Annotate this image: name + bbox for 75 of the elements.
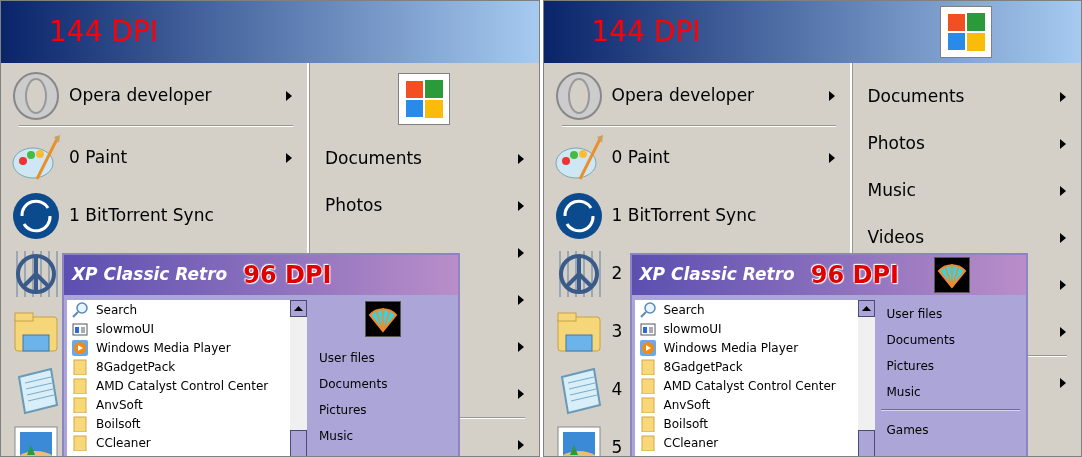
start-logo-button[interactable] — [397, 73, 450, 125]
annotation-text: 144 DPI — [49, 14, 159, 50]
scroll-up-button[interactable] — [290, 300, 307, 317]
program-item[interactable]: Boilsoft — [634, 414, 858, 433]
menu-item[interactable]: Pictures — [874, 353, 1026, 379]
opera-icon — [11, 71, 61, 121]
menu-item[interactable]: Documents — [874, 327, 1026, 353]
program-item[interactable]: AMD Catalyst Control Center — [67, 376, 290, 395]
folder-icon — [72, 415, 88, 432]
program-item[interactable]: AMD Catalyst Control Center — [634, 376, 858, 395]
program-name[interactable]: 4 — [611, 377, 623, 403]
menu-item[interactable]: Pictures — [307, 397, 458, 423]
scrollbar[interactable] — [290, 300, 307, 456]
menu-item[interactable]: Documents — [307, 371, 458, 397]
folder-icon — [639, 434, 656, 451]
program-item[interactable]: Search — [67, 300, 290, 319]
program-name[interactable]: Opera developer — [69, 83, 212, 109]
start-logo-button[interactable] — [940, 6, 993, 58]
menu-item[interactable]: Videos — [851, 214, 1081, 261]
sync-icon — [553, 191, 604, 241]
folder-icon — [639, 415, 656, 432]
shell-logo-button[interactable] — [933, 257, 970, 293]
menu-title: XP Classic Retro — [72, 263, 228, 287]
opera-icon — [553, 71, 604, 121]
program-item[interactable]: CCleaner — [67, 433, 290, 452]
play-icon — [639, 339, 656, 356]
program-item[interactable]: AnvSoft — [634, 395, 858, 414]
program-name[interactable]: 0 Paint — [611, 145, 670, 171]
program-name[interactable]: 1 BitTorrent Sync — [69, 203, 214, 229]
program-item[interactable]: 8GadgetPack — [634, 357, 858, 376]
sync-icon — [11, 191, 61, 241]
folder-icon — [72, 358, 88, 375]
annotation-text: 96 DPI — [810, 260, 900, 291]
play-icon — [72, 339, 88, 356]
menu-item[interactable]: Photos — [309, 182, 539, 229]
folder-icon — [72, 434, 88, 451]
program-item[interactable]: slowmoUI — [634, 319, 858, 338]
program-item[interactable]: AnvSoft — [67, 395, 290, 414]
program-name[interactable]: 1 BitTorrent Sync — [611, 203, 757, 229]
folder-icon — [72, 377, 88, 394]
program-name[interactable]: 0 Paint — [69, 145, 128, 171]
search-icon — [639, 301, 656, 318]
menu-item[interactable]: User files — [874, 301, 1026, 327]
folder-icon — [639, 396, 656, 413]
program-item[interactable]: Search — [634, 300, 858, 319]
up-arrow-icon — [861, 306, 871, 311]
menu-item[interactable]: Games — [874, 417, 1026, 443]
menu-item[interactable]: Documents — [309, 135, 539, 182]
program-name[interactable]: 3 — [611, 319, 623, 345]
program-name[interactable]: 2 — [611, 261, 623, 287]
menu-title: XP Classic Retro — [639, 263, 795, 287]
annotation-text: 96 DPI — [243, 260, 333, 291]
search-icon — [72, 301, 88, 318]
menu-item[interactable]: Photos — [851, 120, 1081, 167]
program-item[interactable]: slowmoUI — [67, 319, 290, 338]
program-name[interactable]: Opera developer — [611, 83, 755, 109]
menu-item[interactable]: Documents — [851, 73, 1081, 120]
folder-icon — [639, 377, 656, 394]
program-item[interactable]: 8GadgetPack — [67, 357, 290, 376]
menu-item[interactable]: Music — [874, 379, 1026, 405]
shell-logo-button[interactable] — [364, 301, 401, 337]
program-item[interactable]: Windows Media Player — [67, 338, 290, 357]
annotation-text: 144 DPI — [591, 14, 701, 50]
menu-item[interactable]: User files — [307, 345, 458, 371]
menu-item[interactable]: Music — [851, 167, 1081, 214]
up-arrow-icon — [294, 306, 303, 311]
program-name[interactable]: 5 — [611, 435, 623, 456]
program-item[interactable]: Boilsoft — [67, 414, 290, 433]
menu-item[interactable]: Music — [307, 423, 458, 449]
window-icon — [72, 320, 88, 337]
folder-icon — [639, 358, 656, 375]
window-icon — [639, 320, 656, 337]
program-item[interactable]: Windows Media Player — [634, 338, 858, 357]
program-item[interactable]: CCleaner — [634, 433, 858, 452]
folder-icon — [72, 396, 88, 413]
